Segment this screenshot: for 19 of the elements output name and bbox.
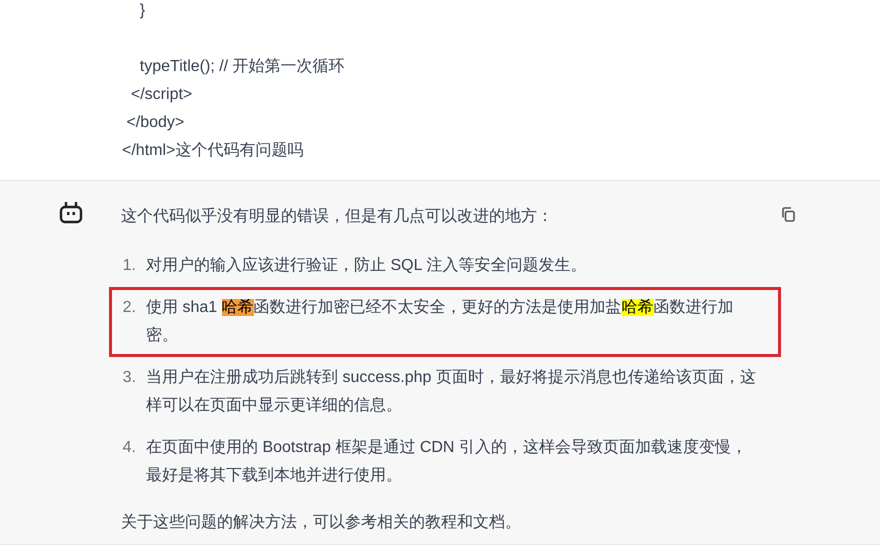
list-number: 3.	[122, 368, 137, 388]
list-item-text: 使用 sha1 哈希函数进行加密已经不太安全，更好的方法是使用加盐哈希函数进行加密。	[146, 298, 735, 346]
code-line: typeTitle(); // 开始第一次循环	[138, 57, 345, 77]
search-match: 哈希	[622, 299, 654, 316]
reply-intro: 这个代码似乎没有明显的错误，但是有几点可以改进的地方：	[121, 206, 554, 227]
list-item-text: 在页面中使用的 Bootstrap 框架是通过 CDN 引入的，这样会导致页面加载速度变慢，最好是将其下载到本地并进行使用。	[146, 438, 748, 486]
search-match: 哈希	[222, 299, 254, 316]
list-number: 1.	[122, 256, 137, 276]
list-number: 4.	[122, 438, 137, 458]
robot-icon	[58, 199, 84, 225]
code-line: }	[138, 1, 146, 21]
reply-conclusion: 关于这些问题的解决方法，可以参考相关的教程和文档。	[121, 512, 522, 533]
code-line: </body>	[125, 113, 184, 133]
list-item-text: 对用户的输入应该进行验证，防止 SQL 注入等安全问题发生。	[146, 256, 588, 276]
list-number: 2.	[122, 298, 137, 318]
copy-icon[interactable]	[781, 207, 795, 222]
code-line: </script>	[130, 85, 192, 105]
list-item-text: 当用户在注册成功后跳转到 success.php 页面时，最好将提示消息也传递给该页面，这样可以在页面中显示更详细的信息。	[146, 368, 757, 416]
code-line: </html>这个代码有问题吗	[122, 140, 304, 161]
